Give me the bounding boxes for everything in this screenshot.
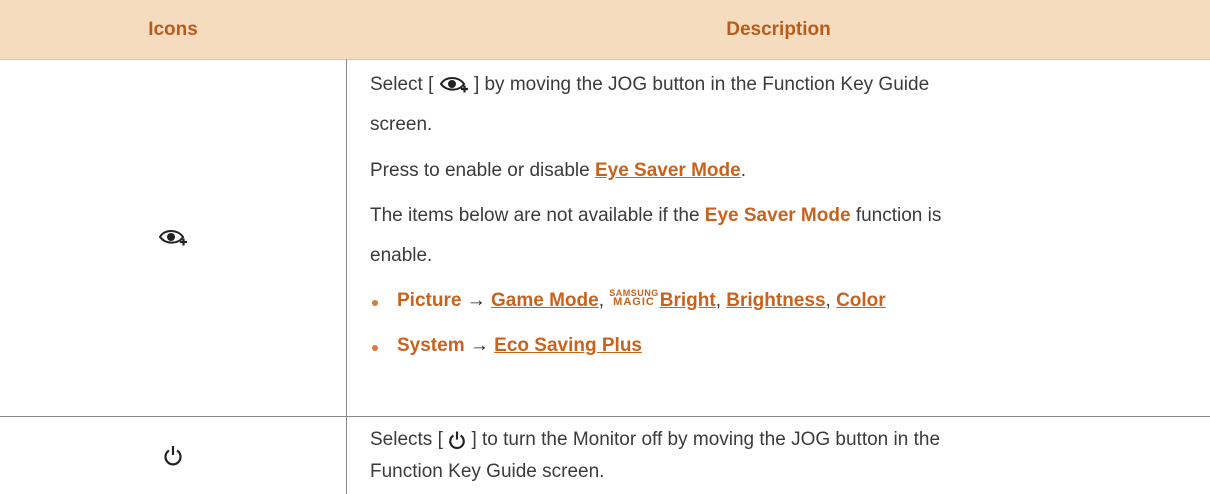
color-link[interactable]: Color (836, 290, 886, 311)
select-line: Select [ ] by moving the JOG button in t… (370, 73, 1190, 103)
items-line: The items below are not available if the… (370, 205, 942, 226)
bright-link[interactable]: Bright (660, 290, 716, 311)
select-line-2: screen. (370, 114, 433, 135)
column-divider (346, 59, 347, 494)
eye-saver-inline-icon (439, 74, 469, 103)
press-line: Press to enable or disable Eye Saver Mod… (370, 160, 746, 181)
icons-table: Icons Description Select [ ] by moving t… (0, 0, 1210, 494)
bullet-dot (372, 345, 378, 351)
eye-saver-icon-cell (0, 60, 346, 416)
eye-saver-mode-link[interactable]: Eye Saver Mode (595, 160, 741, 181)
header-description: Description (726, 18, 831, 40)
bullet-picture: Picture → Game Mode, SAMSUNG MAGIC Bright,… (397, 288, 886, 312)
eco-saving-plus-link[interactable]: Eco Saving Plus (494, 335, 642, 356)
bullet-dot (372, 300, 378, 306)
power-line-2: Function Key Guide screen. (370, 461, 605, 482)
power-icon-cell (0, 417, 346, 494)
eye-saver-icon (158, 230, 187, 246)
bullet-system: System → Eco Saving Plus (397, 335, 642, 356)
items-line-2: enable. (370, 245, 433, 266)
power-line: Selects [ ] to turn the Monitor off by m… (370, 428, 1190, 458)
power-inline-icon (448, 430, 466, 458)
samsung-magic-logo: SAMSUNG MAGIC (609, 288, 659, 308)
eye-saver-mode-text: Eye Saver Mode (704, 205, 851, 226)
power-icon (164, 445, 182, 465)
brightness-link[interactable]: Brightness (726, 290, 825, 311)
table-header: Icons Description (0, 0, 1210, 59)
header-icons: Icons (148, 18, 198, 40)
game-mode-link[interactable]: Game Mode (491, 290, 599, 311)
